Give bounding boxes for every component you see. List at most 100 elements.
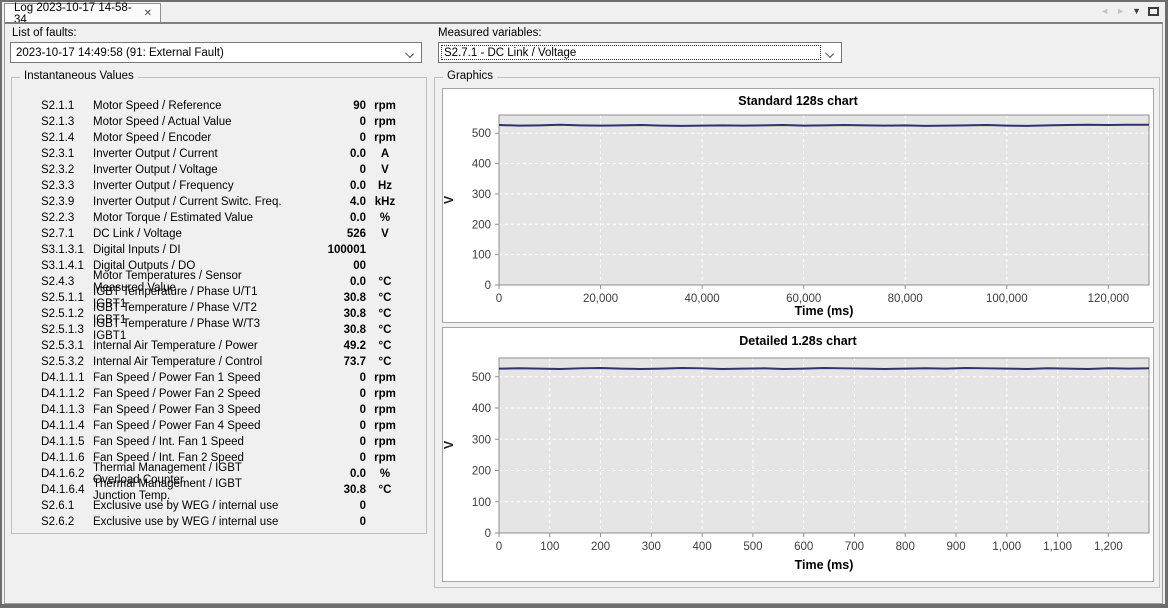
close-icon[interactable]: ✕ <box>142 8 154 20</box>
svg-text:0: 0 <box>485 528 491 540</box>
parameter-unit: rpm <box>370 132 400 144</box>
parameter-row: S2.6.2Exclusive use by WEG / internal us… <box>12 514 426 530</box>
parameter-code: S2.5.1.2 <box>41 308 93 320</box>
parameter-value: 0 <box>286 420 366 432</box>
parameter-row: S2.1.3Motor Speed / Actual Value0rpm <box>12 114 426 130</box>
parameter-description: Exclusive use by WEG / internal use <box>93 500 286 512</box>
parameter-unit: % <box>370 468 400 480</box>
dropdown-chevron-icon <box>825 49 834 58</box>
parameter-unit: V <box>370 164 400 176</box>
svg-text:200: 200 <box>591 541 610 553</box>
detailed-chart-xlabel: Time (ms) <box>499 558 1149 572</box>
parameter-unit: °C <box>370 340 400 352</box>
svg-text:500: 500 <box>472 128 491 140</box>
scroll-right-icon[interactable]: ► <box>1116 5 1125 17</box>
svg-text:900: 900 <box>946 541 965 553</box>
svg-text:500: 500 <box>743 541 762 553</box>
parameter-code: D4.1.1.4 <box>41 420 93 432</box>
content-pane: List of faults: 2023-10-17 14:49:58 (91:… <box>4 22 1163 604</box>
parameter-unit: A <box>370 148 400 160</box>
parameter-unit: kHz <box>370 196 400 208</box>
parameter-unit: rpm <box>370 116 400 128</box>
svg-text:0: 0 <box>485 280 491 292</box>
parameter-row: D4.1.1.3Fan Speed / Power Fan 3 Speed0rp… <box>12 402 426 418</box>
svg-text:100: 100 <box>472 250 491 262</box>
parameter-description: IGBT Temperature / Phase W/T3 IGBT1 <box>93 318 286 342</box>
parameter-description: Exclusive use by WEG / internal use <box>93 516 286 528</box>
parameter-value: 0.0 <box>286 148 366 160</box>
tab-strip: Log 2023-10-17 14-58-34 ✕ ◄ ► ▼ <box>2 2 1165 22</box>
parameter-code: D4.1.1.5 <box>41 436 93 448</box>
parameter-code: S2.5.1.3 <box>41 324 93 336</box>
focus-rectangle <box>441 45 821 60</box>
parameter-unit: °C <box>370 484 400 496</box>
scroll-left-icon[interactable]: ◄ <box>1100 5 1109 17</box>
parameter-value: 4.0 <box>286 196 366 208</box>
parameter-row: S2.3.3Inverter Output / Frequency0.0Hz <box>12 178 426 194</box>
standard-chart-xlabel: Time (ms) <box>499 304 1149 318</box>
parameter-value: 526 <box>286 228 366 240</box>
svg-text:300: 300 <box>472 189 491 201</box>
parameter-description: Motor Speed / Actual Value <box>93 116 286 128</box>
svg-text:300: 300 <box>472 434 491 446</box>
tab-log[interactable]: Log 2023-10-17 14-58-34 ✕ <box>4 3 161 23</box>
instantaneous-values-group: Instantaneous Values S2.1.1Motor Speed /… <box>11 77 427 534</box>
parameter-description: DC Link / Voltage <box>93 228 286 240</box>
parameter-row: S2.2.3Motor Torque / Estimated Value0.0% <box>12 210 426 226</box>
parameter-unit: °C <box>370 292 400 304</box>
svg-text:600: 600 <box>794 541 813 553</box>
parameter-value: 0 <box>286 500 366 512</box>
fault-select[interactable]: 2023-10-17 14:49:58 (91: External Fault) <box>10 42 422 63</box>
parameter-row: D4.1.6.4Thermal Management / IGBT Juncti… <box>12 482 426 498</box>
parameter-row: D4.1.1.5Fan Speed / Int. Fan 1 Speed0rpm <box>12 434 426 450</box>
parameter-value: 30.8 <box>286 308 366 320</box>
parameter-code: D4.1.1.3 <box>41 404 93 416</box>
parameter-description: Fan Speed / Power Fan 4 Speed <box>93 420 286 432</box>
parameter-description: Fan Speed / Power Fan 2 Speed <box>93 388 286 400</box>
parameter-code: D4.1.1.1 <box>41 372 93 384</box>
parameter-value: 0 <box>286 436 366 448</box>
parameter-code: S2.2.3 <box>41 212 93 224</box>
parameter-unit: rpm <box>370 420 400 432</box>
parameter-code: S3.1.3.1 <box>41 244 93 256</box>
parameter-description: Inverter Output / Current Switc. Freq. <box>93 196 286 208</box>
maximize-icon[interactable] <box>1148 7 1159 16</box>
svg-text:500: 500 <box>472 372 491 384</box>
parameter-value: 0 <box>286 164 366 176</box>
fault-select-value: 2023-10-17 14:49:58 (91: External Fault) <box>16 47 224 59</box>
parameter-code: S2.7.1 <box>41 228 93 240</box>
parameter-description: Motor Torque / Estimated Value <box>93 212 286 224</box>
parameter-value: 0.0 <box>286 180 366 192</box>
parameter-row: S2.3.1Inverter Output / Current0.0A <box>12 146 426 162</box>
parameter-value: 0 <box>286 388 366 400</box>
svg-text:1,000: 1,000 <box>992 541 1021 553</box>
parameter-value: 00 <box>286 260 366 272</box>
parameter-row: S2.6.1Exclusive use by WEG / internal us… <box>12 498 426 514</box>
parameter-row: D4.1.1.1Fan Speed / Power Fan 1 Speed0rp… <box>12 370 426 386</box>
parameter-row: S2.1.1Motor Speed / Reference90rpm <box>12 98 426 114</box>
parameter-value: 0 <box>286 372 366 384</box>
standard-chart-panel: Standard 128s chart 0100200300400500020,… <box>442 88 1154 323</box>
svg-text:200: 200 <box>472 219 491 231</box>
tab-list-dropdown-icon[interactable]: ▼ <box>1132 5 1141 17</box>
svg-text:300: 300 <box>642 541 661 553</box>
parameter-unit: rpm <box>370 372 400 384</box>
parameter-description: Internal Air Temperature / Control <box>93 356 286 368</box>
parameter-unit: °C <box>370 324 400 336</box>
parameter-code: S2.6.2 <box>41 516 93 528</box>
svg-text:1,100: 1,100 <box>1043 541 1072 553</box>
detailed-chart-plot: 0100200300400500010020030040050060070080… <box>443 328 1153 581</box>
parameter-unit: Hz <box>370 180 400 192</box>
measured-variable-select[interactable]: S2.7.1 - DC Link / Voltage <box>438 42 842 63</box>
parameter-row: S2.1.4Motor Speed / Encoder0rpm <box>12 130 426 146</box>
parameter-row: D4.1.1.4Fan Speed / Power Fan 4 Speed0 rp… <box>12 418 426 434</box>
parameter-description: Motor Speed / Encoder <box>93 132 286 144</box>
parameter-value: 0.0 <box>286 212 366 224</box>
parameter-value: 30.8 <box>286 292 366 304</box>
parameter-value: 0 <box>286 516 366 528</box>
parameter-row: S2.5.3.1Internal Air Temperature / Power… <box>12 338 426 354</box>
parameter-code: S2.5.3.1 <box>41 340 93 352</box>
svg-text:400: 400 <box>472 159 491 171</box>
svg-text:100: 100 <box>540 541 559 553</box>
parameter-code: D4.1.1.2 <box>41 388 93 400</box>
